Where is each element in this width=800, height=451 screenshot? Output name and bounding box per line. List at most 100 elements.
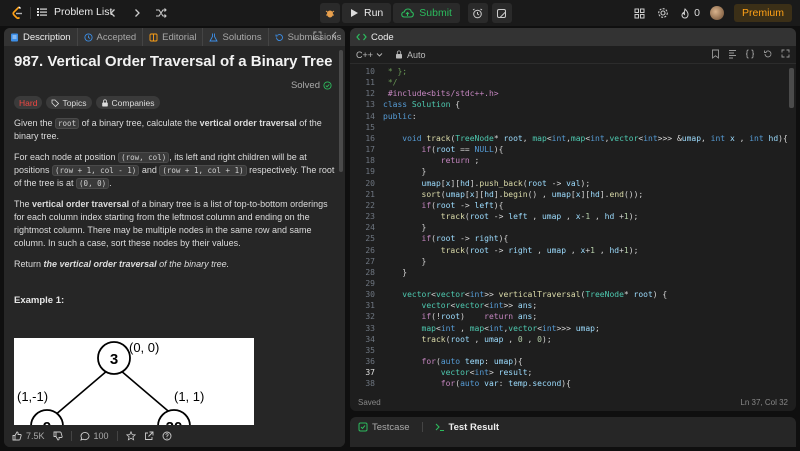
line-number: 33 (365, 323, 375, 333)
timer-button[interactable] (467, 3, 488, 23)
share-button[interactable] (144, 431, 154, 441)
bookmark-icon[interactable] (711, 49, 720, 59)
like-button[interactable]: 7.5K (12, 431, 45, 441)
auto-label: Auto (407, 49, 426, 60)
bold-italic-text: the vertical order traversal (43, 259, 157, 269)
line-number: 26 (365, 245, 375, 255)
maximize-icon[interactable] (781, 49, 790, 58)
code-line[interactable]: 34 track(root , umap , 0 , 0); (350, 334, 796, 345)
tab-description[interactable]: Description (4, 28, 78, 46)
code-editor[interactable]: 10 * }; 11 */12 #include<bits/stdc++.h> 13… (350, 66, 796, 391)
language-select[interactable]: C++ (356, 50, 383, 60)
favorite-button[interactable] (125, 431, 136, 441)
text: The (14, 199, 33, 209)
code-line[interactable]: 10 * }; (350, 66, 796, 77)
likes-count: 7.5K (26, 431, 45, 441)
auto-toggle[interactable]: Auto (395, 50, 426, 60)
notes-button[interactable] (491, 3, 512, 23)
code-line[interactable]: 15 (350, 122, 796, 133)
code-line[interactable]: 19 } (350, 166, 796, 177)
code-line[interactable]: 27 } (350, 256, 796, 267)
tab-testcase[interactable]: Testcase (358, 422, 410, 433)
code-line[interactable]: 22 if(root -> left){ (350, 200, 796, 211)
code-line[interactable]: 29 (350, 278, 796, 289)
code-line[interactable]: 30 vector<vector<int>> verticalTraversal… (350, 289, 796, 300)
code-line[interactable]: 20 umap[x][hd].push_back(root -> val); (350, 178, 796, 189)
premium-button[interactable]: Premium (733, 4, 792, 22)
code-line[interactable]: 28 } (350, 267, 796, 278)
coins-counter[interactable]: 0 (680, 7, 700, 19)
code-line[interactable]: 37 vector<int> result; (350, 367, 796, 378)
code-line[interactable]: 21 sort(umap[x][hd].begin() , umap[x][hd… (350, 189, 796, 200)
code-line[interactable]: 12 #include<bits/stdc++.h> (350, 88, 796, 99)
code-line[interactable]: 13 class Solution { (350, 99, 796, 110)
tab-testcase-label: Testcase (372, 421, 410, 433)
line-number: 37 (365, 368, 375, 378)
code-text: for(auto temp: umap){ (421, 357, 523, 367)
tree-pos-right: (1, 1) (174, 389, 204, 404)
format-icon[interactable] (728, 49, 737, 59)
code-line[interactable]: 26 track(root -> right , umap , x+1 , hd… (350, 245, 796, 256)
code-line[interactable]: 23 track(root -> left , umap , x-1 , hd … (350, 211, 796, 222)
checkbox-icon (358, 422, 368, 432)
code-line[interactable]: 38 for(auto var: temp.second){ (350, 378, 796, 389)
line-number: 14 (365, 111, 375, 121)
clock-icon (83, 32, 93, 42)
chevron-right-icon[interactable] (130, 6, 144, 20)
braces-icon[interactable] (745, 49, 755, 59)
line-number: 35 (365, 345, 375, 355)
tab-code[interactable]: Code (371, 32, 394, 43)
chevron-left-icon[interactable] (106, 6, 120, 20)
topics-button[interactable]: Topics (46, 96, 92, 109)
shuffle-icon[interactable] (154, 6, 168, 20)
code-line[interactable]: 24 } (350, 222, 796, 233)
tab-solutions[interactable]: Solutions (203, 28, 269, 46)
tab-test-result[interactable]: Test Result (435, 422, 499, 433)
code-line[interactable]: 18 return ; (350, 155, 796, 166)
companies-button[interactable]: Companies (95, 96, 160, 109)
tab-solutions-label: Solutions (222, 31, 262, 43)
comment-icon (79, 432, 89, 441)
comments-button[interactable]: 100 (79, 431, 109, 441)
code-line[interactable]: 32 if(!root) return ans; (350, 311, 796, 322)
line-number: 23 (365, 212, 375, 222)
tab-accepted[interactable]: Accepted (78, 28, 144, 46)
description-panel: Description Accepted Editorial Solutions… (4, 28, 345, 447)
reset-icon[interactable] (763, 49, 773, 59)
alarm-clock-icon (473, 8, 483, 18)
description-paragraph-1: Given the root of a binary tree, calcula… (14, 117, 336, 143)
code-line[interactable]: 31 vector<vector<int>> ans; (350, 300, 796, 311)
code-line[interactable]: 17 if(root == NULL){ (350, 144, 796, 155)
submit-button[interactable]: Submit (393, 3, 460, 23)
run-button[interactable]: Run (342, 3, 392, 23)
grid-icon[interactable] (632, 6, 646, 20)
leetcode-logo-icon[interactable] (10, 5, 26, 21)
testcase-tabs: Testcase Test Result (350, 417, 796, 437)
problem-list-button[interactable]: Problem List (36, 6, 112, 18)
gear-icon[interactable] (656, 6, 670, 20)
line-number: 11 (365, 78, 375, 88)
code-line[interactable]: 25 if(root -> right){ (350, 233, 796, 244)
code-line[interactable]: 11 */ (350, 77, 796, 88)
avatar[interactable] (709, 6, 724, 20)
document-icon (11, 33, 18, 41)
code-text: * }; (387, 67, 408, 76)
code-text: umap[x][hd].push_back(root -> val); (421, 178, 591, 188)
tab-editorial[interactable]: Editorial (143, 28, 204, 46)
help-button[interactable] (162, 431, 172, 441)
debug-button[interactable] (320, 3, 340, 23)
code-text: void track(TreeNode* root, map<int,map<i… (402, 133, 788, 143)
code-line[interactable]: 33 map<int , map<int,vector<int>>> umap; (350, 323, 796, 334)
code-line[interactable]: 36 for(auto temp: umap){ (350, 356, 796, 367)
code-text: if(!root) return ans; (421, 312, 538, 322)
code-line[interactable]: 16 void track(TreeNode* root, map<int,ma… (350, 133, 796, 144)
chevron-left-icon[interactable] (330, 31, 339, 40)
code-line[interactable]: 14 public: (350, 111, 796, 122)
inline-code: (row + 1, col + 1) (159, 165, 247, 176)
line-number: 15 (365, 122, 375, 132)
editor-scrollbar[interactable] (789, 68, 794, 108)
scrollbar[interactable] (339, 50, 343, 172)
code-line[interactable]: 35 (350, 345, 796, 356)
dislike-button[interactable] (53, 431, 63, 441)
maximize-icon[interactable] (313, 31, 322, 40)
